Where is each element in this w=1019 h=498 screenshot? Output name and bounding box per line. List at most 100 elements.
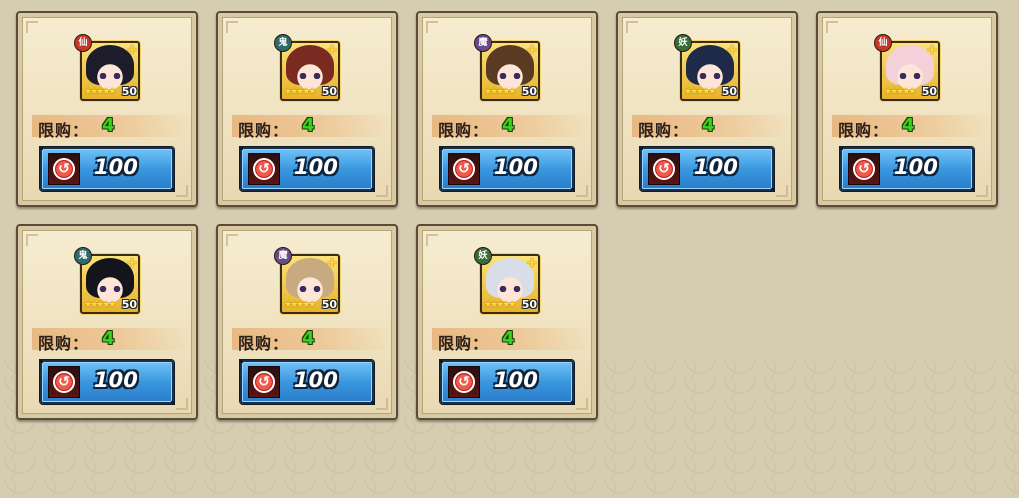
- hero-portrait[interactable]: ✚ ★★★★★ 50: [880, 41, 940, 101]
- hero-portrait[interactable]: ✚ ★★★★★ 50: [280, 254, 340, 314]
- shop-item-card: 仙 ✚ ★★★★★ 50 限购： 4 ↺ 100: [816, 11, 998, 207]
- star-rating: ★★★★★: [684, 87, 716, 97]
- hero-portrait[interactable]: ✚ ★★★★★ 50: [80, 254, 140, 314]
- shop-item-card: 妖 ✚ ★★★★★ 50 限购： 4 ↺ 100: [616, 11, 798, 207]
- hero-level: 50: [721, 85, 737, 98]
- price: 100: [294, 155, 338, 179]
- hero-level: 50: [321, 298, 337, 311]
- limit-value: 4: [502, 115, 515, 136]
- spiral-coin-icon: ↺: [53, 371, 75, 393]
- star-rating: ★★★★★: [284, 300, 316, 310]
- star-rating: ★★★★★: [484, 87, 516, 97]
- price: 100: [894, 155, 938, 179]
- shop-item-card: 魔 ✚ ★★★★★ 50 限购： 4 ↺ 100: [416, 11, 598, 207]
- limit-label: 限购：: [838, 121, 890, 140]
- price: 100: [94, 155, 138, 179]
- price: 100: [94, 368, 138, 392]
- limit-label: 限购：: [38, 121, 90, 140]
- hero-portrait[interactable]: ✚ ★★★★★ 50: [280, 41, 340, 101]
- hero-eyes: [99, 73, 121, 79]
- limit-value: 4: [102, 115, 115, 136]
- price: 100: [694, 155, 738, 179]
- limit-value: 4: [902, 115, 915, 136]
- limit-value: 4: [302, 115, 315, 136]
- star-rating: ★★★★★: [484, 300, 516, 310]
- spiral-coin-icon: ↺: [453, 371, 475, 393]
- hero-eyes: [899, 73, 921, 79]
- hero-eyes: [499, 286, 521, 292]
- currency-icon: ↺: [248, 366, 280, 398]
- star-rating: ★★★★★: [84, 300, 116, 310]
- hero-eyes: [299, 73, 321, 79]
- buy-button[interactable]: ↺ 100: [439, 359, 575, 405]
- hero-level: 50: [921, 85, 937, 98]
- buy-button[interactable]: ↺ 100: [439, 146, 575, 192]
- hero-portrait[interactable]: ✚ ★★★★★ 50: [680, 41, 740, 101]
- currency-icon: ↺: [248, 153, 280, 185]
- buy-button[interactable]: ↺ 100: [239, 359, 375, 405]
- faction-badge: 妖: [674, 34, 692, 52]
- plus-icon: ✚: [126, 256, 137, 270]
- limit-label: 限购：: [438, 334, 490, 353]
- plus-icon: ✚: [526, 256, 537, 270]
- limit-label: 限购：: [38, 334, 90, 353]
- buy-button[interactable]: ↺ 100: [839, 146, 975, 192]
- currency-icon: ↺: [448, 153, 480, 185]
- shop-item-card: 鬼 ✚ ★★★★★ 50 限购： 4 ↺ 100: [216, 11, 398, 207]
- plus-icon: ✚: [126, 43, 137, 57]
- hero-eyes: [699, 73, 721, 79]
- plus-icon: ✚: [326, 256, 337, 270]
- buy-button[interactable]: ↺ 100: [39, 359, 175, 405]
- hero-portrait[interactable]: ✚ ★★★★★ 50: [80, 41, 140, 101]
- spiral-coin-icon: ↺: [453, 158, 475, 180]
- hero-level: 50: [321, 85, 337, 98]
- buy-button[interactable]: ↺ 100: [39, 146, 175, 192]
- star-rating: ★★★★★: [884, 87, 916, 97]
- hero-eyes: [99, 286, 121, 292]
- buy-button[interactable]: ↺ 100: [639, 146, 775, 192]
- hero-eyes: [499, 73, 521, 79]
- limit-label: 限购：: [238, 334, 290, 353]
- currency-icon: ↺: [648, 153, 680, 185]
- hero-level: 50: [521, 298, 537, 311]
- spiral-coin-icon: ↺: [53, 158, 75, 180]
- hero-portrait[interactable]: ✚ ★★★★★ 50: [480, 254, 540, 314]
- faction-badge: 鬼: [74, 247, 92, 265]
- plus-icon: ✚: [326, 43, 337, 57]
- limit-label: 限购：: [238, 121, 290, 140]
- buy-button[interactable]: ↺ 100: [239, 146, 375, 192]
- faction-badge: 魔: [274, 247, 292, 265]
- plus-icon: ✚: [526, 43, 537, 57]
- shop-item-card: 仙 ✚ ★★★★★ 50 限购： 4 ↺ 100: [16, 11, 198, 207]
- shop-item-card: 妖 ✚ ★★★★★ 50 限购： 4 ↺ 100: [416, 224, 598, 420]
- shop-item-card: 鬼 ✚ ★★★★★ 50 限购： 4 ↺ 100: [16, 224, 198, 420]
- limit-value: 4: [702, 115, 715, 136]
- price: 100: [294, 368, 338, 392]
- price: 100: [494, 155, 538, 179]
- currency-icon: ↺: [48, 153, 80, 185]
- spiral-coin-icon: ↺: [253, 371, 275, 393]
- limit-value: 4: [302, 328, 315, 349]
- limit-value: 4: [102, 328, 115, 349]
- spiral-coin-icon: ↺: [653, 158, 675, 180]
- hero-level: 50: [121, 85, 137, 98]
- currency-icon: ↺: [48, 366, 80, 398]
- hero-level: 50: [521, 85, 537, 98]
- faction-badge: 仙: [74, 34, 92, 52]
- faction-badge: 鬼: [274, 34, 292, 52]
- limit-label: 限购：: [638, 121, 690, 140]
- star-rating: ★★★★★: [284, 87, 316, 97]
- shop-item-card: 魔 ✚ ★★★★★ 50 限购： 4 ↺ 100: [216, 224, 398, 420]
- faction-badge: 妖: [474, 247, 492, 265]
- faction-badge: 魔: [474, 34, 492, 52]
- plus-icon: ✚: [726, 43, 737, 57]
- hero-eyes: [299, 286, 321, 292]
- limit-label: 限购：: [438, 121, 490, 140]
- spiral-coin-icon: ↺: [253, 158, 275, 180]
- faction-badge: 仙: [874, 34, 892, 52]
- currency-icon: ↺: [848, 153, 880, 185]
- hero-portrait[interactable]: ✚ ★★★★★ 50: [480, 41, 540, 101]
- plus-icon: ✚: [926, 43, 937, 57]
- price: 100: [494, 368, 538, 392]
- spiral-coin-icon: ↺: [853, 158, 875, 180]
